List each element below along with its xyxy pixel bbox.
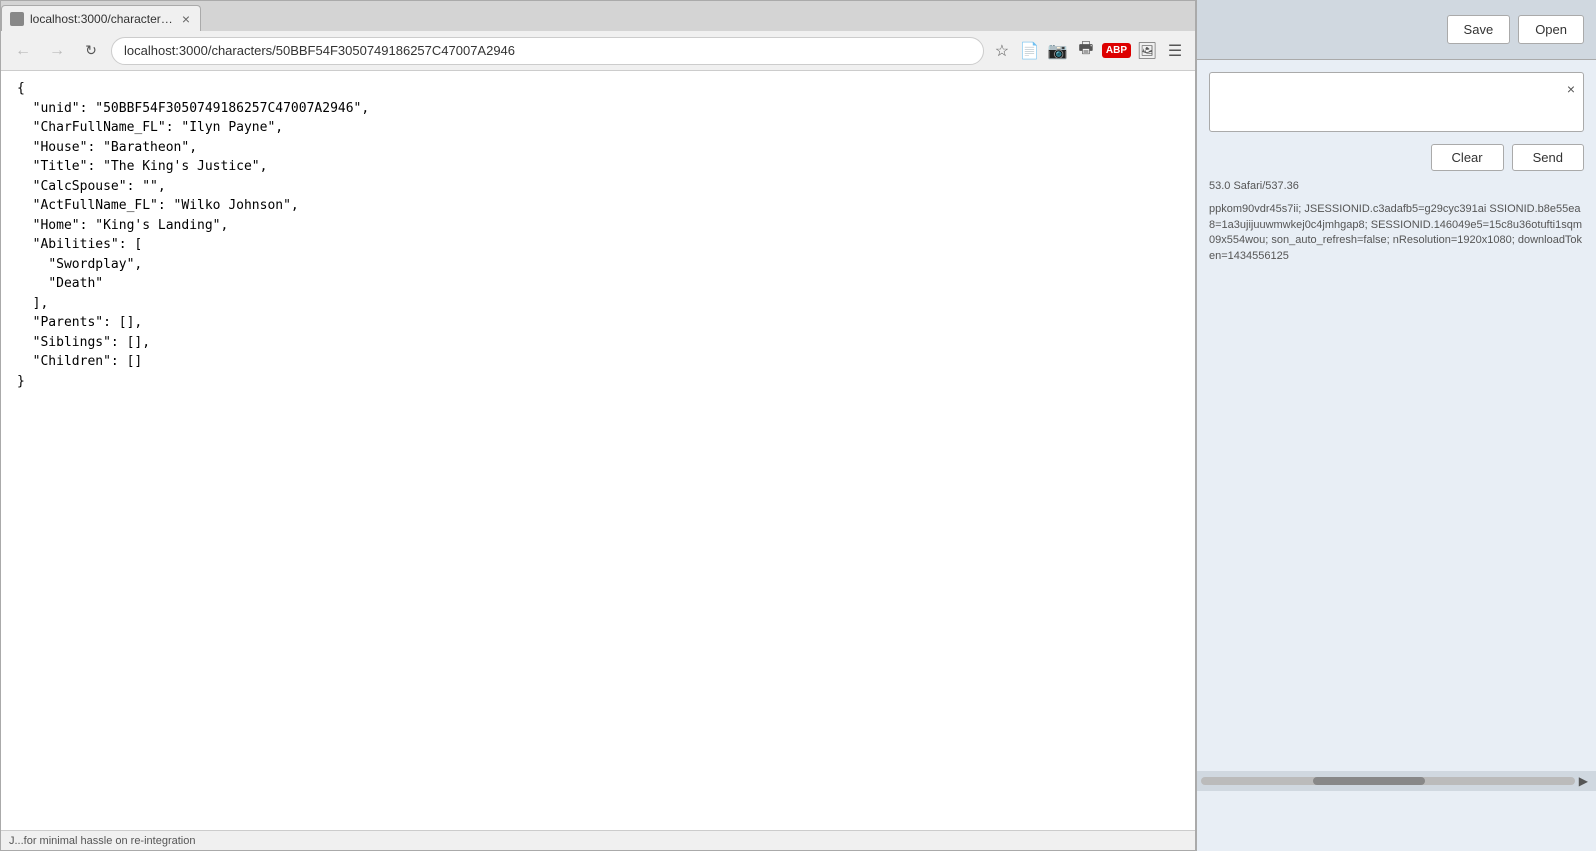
open-button[interactable]: Open [1518,15,1584,44]
browser-window: localhost:3000/characters... × ← → ↻ ☆ 📄… [0,0,1196,851]
camera-icon[interactable]: 📷 [1046,39,1070,63]
image-icon[interactable]: 🖼 [1135,39,1159,63]
tab-title: localhost:3000/characters... [30,12,174,26]
browser-tab[interactable]: localhost:3000/characters... × [1,5,201,31]
clear-button[interactable]: Clear [1431,144,1504,171]
toolbar: ← → ↻ ☆ 📄 📷 🖶 ABP 🖼 ☰ [1,31,1195,71]
search-close-icon[interactable]: × [1567,81,1575,97]
status-bar: J...for minimal hassle on re-integration [1,830,1195,850]
cookie-text-area: ppkom90vdr45s7ii; JSESSIONID.c3adafb5=g2… [1209,202,1584,264]
send-button[interactable]: Send [1512,144,1584,171]
search-box: × [1209,72,1584,132]
forward-button[interactable]: → [43,37,71,65]
scrollbar-track[interactable] [1201,777,1575,785]
scrollbar-right-arrow[interactable]: ▶ [1575,774,1592,788]
status-text: J...for minimal hassle on re-integration [9,835,195,847]
clear-send-row: Clear Send [1209,144,1584,171]
right-panel-body: × Clear Send 53.0 Safari/537.36 ppkom90v… [1197,60,1596,851]
right-panel-top: Save Open [1197,0,1596,60]
toolbar-icons: ☆ 📄 📷 🖶 ABP 🖼 ☰ [990,39,1187,63]
content-area: { "unid": "50BBF54F3050749186257C47007A2… [1,71,1195,830]
menu-icon[interactable]: ☰ [1163,39,1187,63]
info-text-area: 53.0 Safari/537.36 [1209,179,1584,194]
tab-favicon-icon [10,12,24,26]
adblock-button[interactable]: ABP [1102,43,1131,58]
tab-close-icon[interactable]: × [180,11,192,27]
extensions-icon[interactable]: 📄 [1018,39,1042,63]
right-panel: Save Open × Clear Send 53.0 Safari/537.3… [1196,0,1596,851]
address-bar[interactable] [111,37,984,65]
cookie-info: ppkom90vdr45s7ii; JSESSIONID.c3adafb5=g2… [1209,202,1584,264]
bookmark-icon[interactable]: ☆ [990,39,1014,63]
refresh-button[interactable]: ↻ [77,37,105,65]
back-button[interactable]: ← [9,37,37,65]
json-content: { "unid": "50BBF54F3050749186257C47007A2… [17,79,1179,391]
scrollbar-thumb[interactable] [1313,777,1425,785]
monitor-icon[interactable]: 🖶 [1074,39,1098,63]
scrollbar-area: ▶ [1197,771,1596,791]
tab-bar: localhost:3000/characters... × [1,1,1195,31]
save-button[interactable]: Save [1447,15,1511,44]
browser-info: 53.0 Safari/537.36 [1209,179,1584,194]
